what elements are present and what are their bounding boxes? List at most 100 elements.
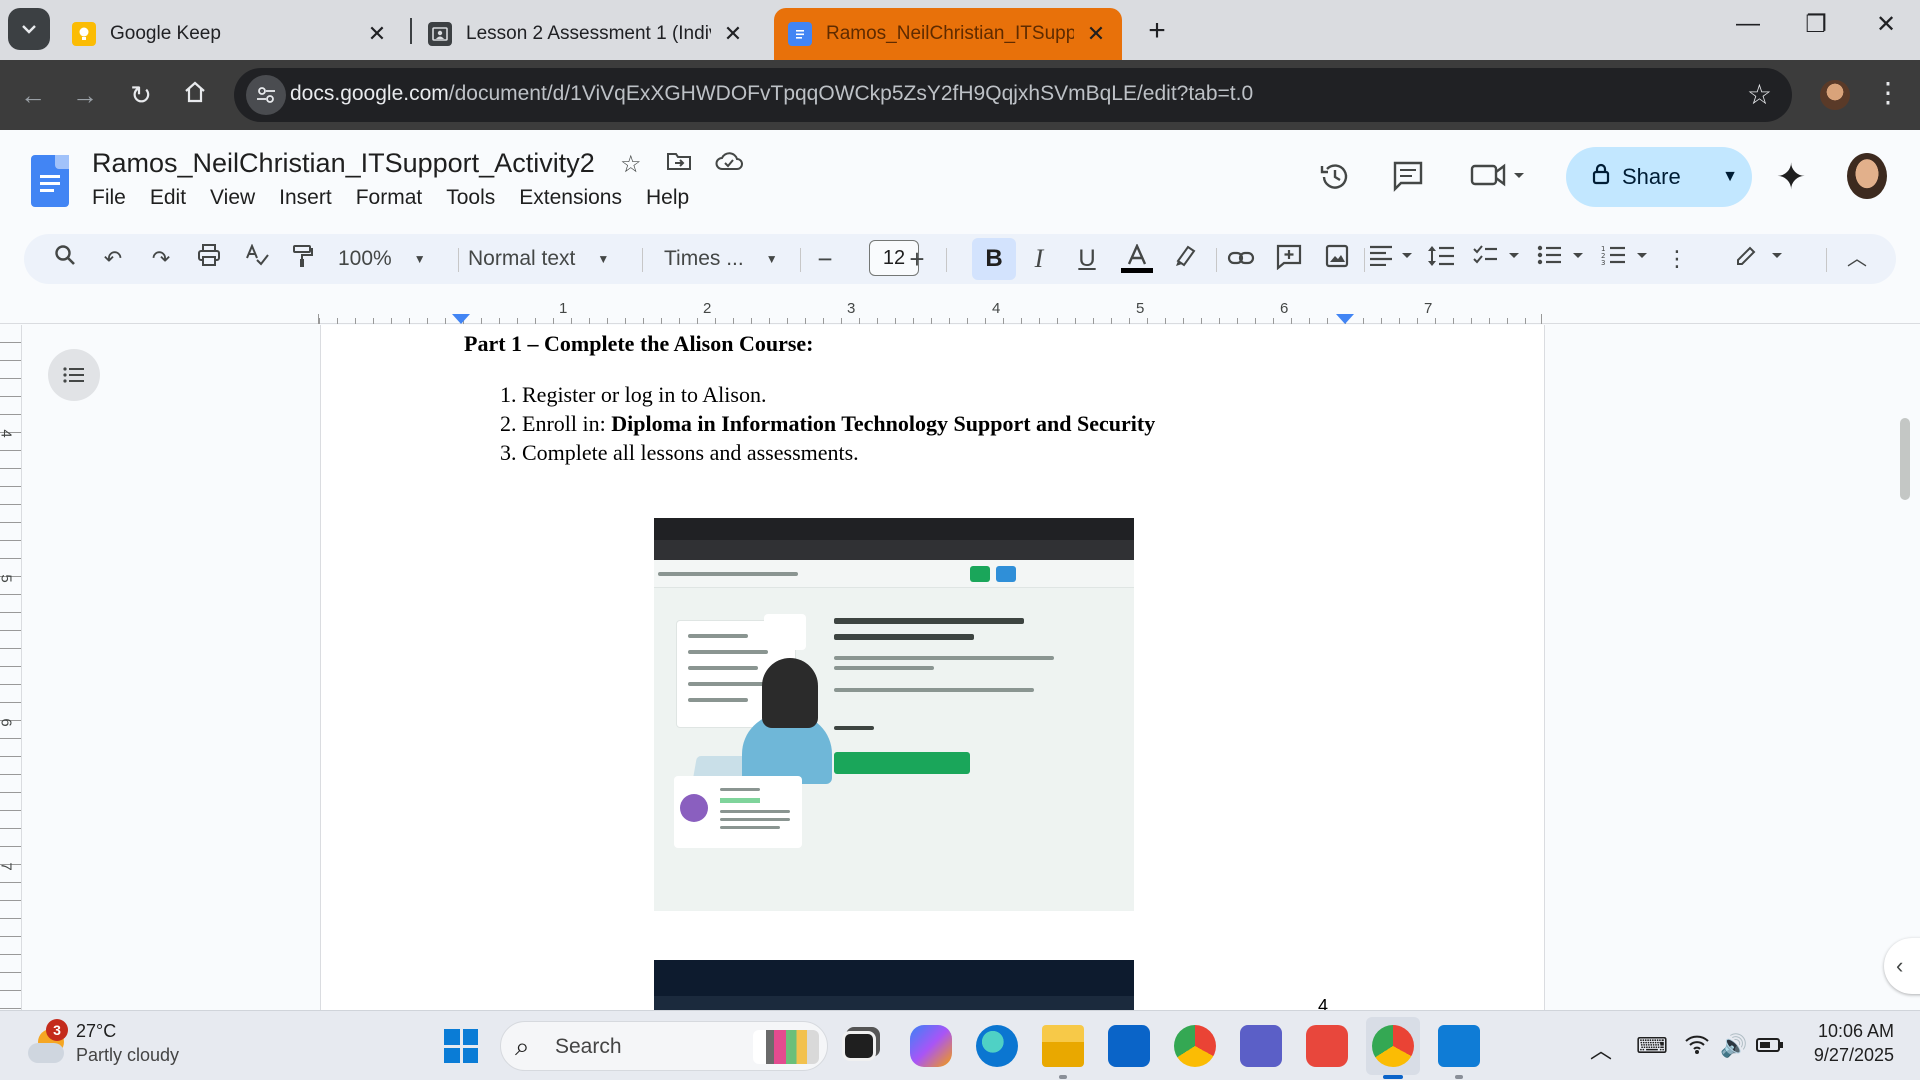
close-tab-icon[interactable]: ✕ [365,21,389,47]
zoom-dropdown[interactable]: 100% ▼ [338,244,426,274]
side-panel-toggle[interactable]: ‹ [1884,938,1920,994]
gemini-icon[interactable]: ✦ [1776,156,1806,198]
menu-tools[interactable]: Tools [446,186,507,210]
image-browser-bar [654,540,1134,560]
star-icon[interactable]: ☆ [620,150,642,179]
increase-font-size-icon[interactable]: + [904,244,930,274]
spellcheck-icon[interactable] [240,243,274,274]
menu-view[interactable]: View [210,186,267,210]
insert-image-icon[interactable] [1320,244,1354,274]
menu-file[interactable]: File [92,186,138,210]
underline-icon[interactable]: U [1072,244,1102,274]
text-color-icon[interactable] [1120,243,1154,274]
right-indent-marker[interactable] [1336,314,1354,324]
task-view-icon[interactable] [842,1031,876,1061]
vertical-scrollbar[interactable] [1900,418,1910,500]
taskbar-search[interactable]: ⌕ Search [500,1021,828,1071]
paint-format-icon[interactable] [286,244,320,274]
hide-menus-icon[interactable]: ︿ [1842,244,1872,274]
left-indent-marker[interactable] [452,314,470,324]
bulleted-list-icon[interactable] [1534,244,1590,274]
home-button[interactable] [178,80,212,111]
move-folder-icon[interactable] [666,150,692,179]
clock-time[interactable]: 10:06 AM [1810,1021,1894,1042]
print-icon[interactable] [192,244,226,274]
menu-format[interactable]: Format [356,186,435,210]
tab-google-docs[interactable]: Ramos_NeilChristian_ITSupport ✕ [774,8,1122,60]
reload-button[interactable]: ↻ [124,80,158,111]
show-hidden-icons-icon[interactable]: ︿ [1590,1033,1612,1065]
menu-help[interactable]: Help [646,186,701,210]
battery-icon[interactable] [1756,1033,1784,1059]
forward-button[interactable]: → [68,80,102,111]
keyboard-icon[interactable]: ⌨ [1636,1033,1668,1059]
tab-google-keep[interactable]: Google Keep ✕ [58,8,403,60]
close-tab-icon[interactable]: ✕ [721,21,745,47]
embedded-screenshot-image[interactable] [654,518,1134,911]
share-dropdown-icon[interactable]: ▼ [1708,168,1752,186]
minimize-button[interactable]: — [1728,10,1768,38]
bold-icon[interactable]: B [972,238,1016,280]
cloud-saved-icon[interactable] [714,150,744,179]
line-spacing-icon[interactable] [1424,244,1458,274]
teams-icon[interactable] [1240,1025,1282,1067]
docs-home-icon[interactable] [31,155,69,207]
highlight-color-icon[interactable] [1168,244,1202,274]
share-main-button[interactable]: Share [1566,163,1708,191]
chrome-icon[interactable] [1174,1025,1216,1067]
browser-menu-icon[interactable]: ⋮ [1874,76,1902,109]
back-button[interactable]: ← [16,80,50,111]
edge-icon[interactable] [976,1025,1018,1067]
profile-avatar[interactable] [1820,80,1850,110]
meet-icon[interactable] [1470,160,1526,198]
tab-lesson-assessment[interactable]: Lesson 2 Assessment 1 (Individu ✕ [414,8,759,60]
add-comment-icon[interactable] [1272,244,1306,274]
vertical-ruler: 4 5 6 7 [0,325,22,1010]
menu-edit[interactable]: Edit [150,186,198,210]
volume-icon[interactable]: 🔊 [1720,1033,1747,1059]
search-menus-icon[interactable] [48,244,82,274]
close-tab-icon[interactable]: ✕ [1084,21,1108,47]
account-avatar[interactable] [1847,153,1887,199]
close-window-button[interactable]: ✕ [1866,10,1906,39]
align-dropdown-icon[interactable] [1364,244,1420,274]
weather-temperature[interactable]: 27°C [76,1021,116,1042]
redo-icon[interactable]: ↷ [146,244,176,274]
menu-insert[interactable]: Insert [279,186,344,210]
chrome-profile-icon[interactable] [1372,1025,1414,1067]
embedded-screenshot-image-2[interactable] [654,960,1134,1010]
share-button[interactable]: Share ▼ [1566,147,1752,207]
document-title[interactable]: Ramos_NeilChristian_ITSupport_Activity2 [92,148,595,179]
numbered-list-icon[interactable]: 123 [1598,244,1654,274]
address-bar[interactable]: docs.google.com/document/d/1ViVqExXGHWDO… [234,68,1792,122]
editing-mode-icon[interactable] [1730,244,1794,274]
menu-extensions[interactable]: Extensions [519,186,634,210]
paragraph-style-dropdown[interactable]: Normal text ▼ [468,244,609,274]
wps-office-icon[interactable] [1306,1025,1348,1067]
windows-start-icon[interactable] [444,1029,478,1063]
outlook-icon[interactable] [1108,1025,1150,1067]
site-info-button[interactable] [246,75,286,115]
document-outline-button[interactable] [48,349,100,401]
tab-search-button[interactable] [8,8,50,50]
restore-button[interactable]: ❐ [1796,10,1836,39]
font-dropdown[interactable]: Times ... ▼ [664,244,778,274]
more-options-icon[interactable]: ⋮ [1662,244,1692,274]
new-tab-button[interactable]: + [1140,14,1174,48]
version-history-icon[interactable] [1318,160,1352,202]
decrease-font-size-icon[interactable]: − [812,244,838,274]
wifi-icon[interactable] [1684,1033,1710,1061]
vscode-icon[interactable] [1438,1025,1480,1067]
checklist-icon[interactable] [1470,244,1526,274]
undo-icon[interactable]: ↶ [98,244,128,274]
file-explorer-icon[interactable] [1042,1025,1084,1067]
image-browser-tabs [654,518,1134,540]
italic-icon[interactable]: I [1024,244,1054,274]
weather-condition[interactable]: Partly cloudy [76,1045,179,1066]
clock-date[interactable]: 9/27/2025 [1796,1045,1894,1066]
insert-link-icon[interactable] [1224,244,1258,274]
copilot-icon[interactable] [910,1025,952,1067]
bookmark-star-icon[interactable]: ☆ [1747,78,1772,111]
section-heading: Part 1 – Complete the Alison Course: [464,331,814,356]
comments-icon[interactable] [1392,160,1424,200]
